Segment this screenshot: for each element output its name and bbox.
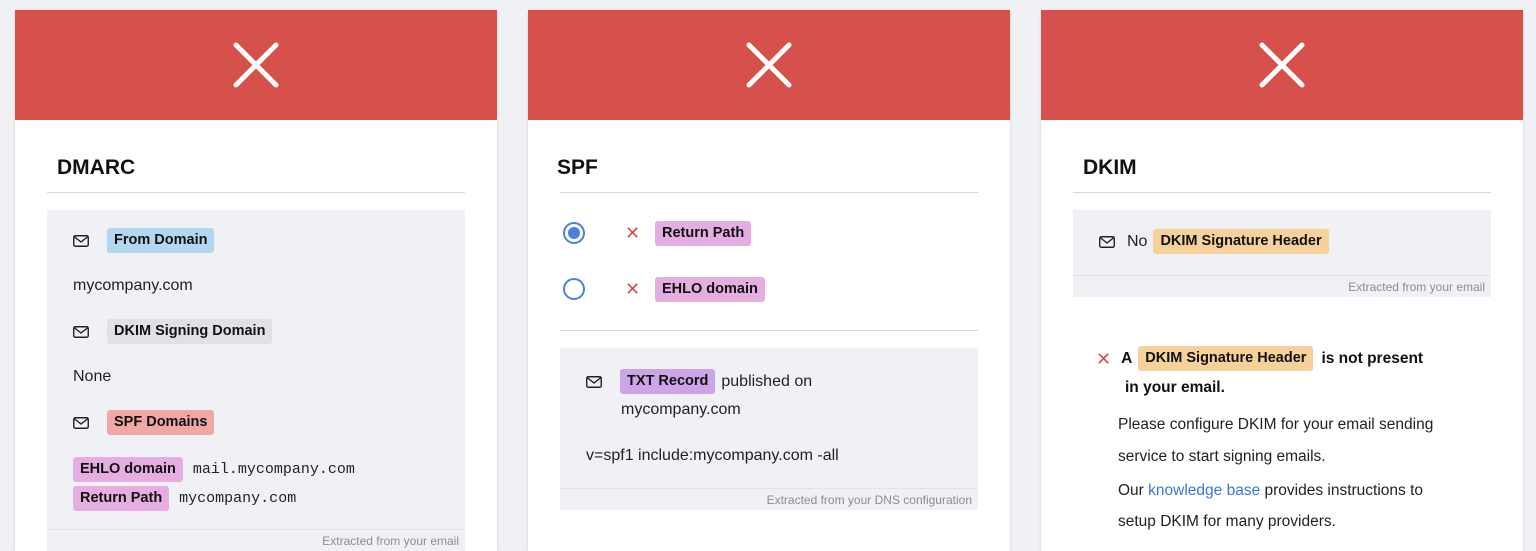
return-path-row: Return Path mycompany.com: [73, 486, 296, 511]
spf-record-panel: TXT Record published on mycompany.com v=…: [560, 348, 978, 510]
dkim-card: DKIM No DKIM Signature Header Extracted …: [1041, 10, 1523, 551]
ehlo-row: EHLO domain mail.mycompany.com: [73, 457, 355, 482]
envelope-icon: [73, 416, 89, 429]
dkim-title: DKIM: [1083, 156, 1137, 179]
txt-record-row: TXT Record published on: [586, 369, 812, 394]
radio-ehlo-domain[interactable]: [563, 278, 585, 300]
dkim-signing-value: None: [73, 368, 112, 385]
from-domain-row: From Domain: [73, 228, 215, 253]
divider: [560, 192, 978, 193]
dmarc-footer: Extracted from your email: [47, 529, 465, 551]
spf-domain-value: mycompany.com: [621, 401, 741, 418]
option-return-path-tag: Return Path: [655, 221, 752, 246]
ehlo-tag: EHLO domain: [73, 457, 183, 482]
dkim-error-tag: DKIM Signature Header: [1138, 346, 1314, 371]
close-icon: [1259, 42, 1305, 88]
fail-x-icon: ✕: [625, 223, 641, 243]
fail-x-icon: ✕: [625, 279, 641, 299]
ehlo-value: mail.mycompany.com: [192, 461, 355, 478]
envelope-icon: [73, 234, 89, 247]
spf-card: SPF ✕ Return Path ✕ EHLO domain TXT Reco…: [528, 10, 1010, 551]
txt-record-tag: TXT Record: [620, 369, 716, 394]
dkim-header-row: No DKIM Signature Header: [1099, 229, 1329, 254]
spf-title: SPF: [557, 156, 598, 179]
close-icon: [746, 42, 792, 88]
dkim-header-tag: DKIM Signature Header: [1153, 229, 1329, 254]
help-line3: Our knowledge base provides instructions…: [1118, 482, 1423, 500]
divider: [47, 192, 465, 193]
spf-footer: Extracted from your DNS configuration: [560, 488, 978, 510]
dkim-footer: Extracted from your email: [1073, 275, 1491, 297]
error-a: A: [1121, 349, 1133, 367]
error-line2: in your email.: [1125, 379, 1225, 396]
envelope-icon: [73, 325, 89, 338]
dkim-status-banner: [1041, 10, 1523, 120]
dmarc-status-banner: [15, 10, 497, 120]
spf-record-value: v=spf1 include:mycompany.com -all: [586, 447, 839, 464]
radio-return-path[interactable]: [563, 222, 585, 244]
from-domain-value: mycompany.com: [73, 277, 193, 294]
radio-selected-dot: [568, 227, 580, 239]
kb-suffix: provides instructions to: [1264, 482, 1424, 499]
dkim-signing-row: DKIM Signing Domain: [73, 319, 273, 344]
dkim-header-panel: No DKIM Signature Header Extracted from …: [1073, 210, 1491, 297]
dmarc-card: DMARC From Domain mycompany.com DKIM Sig…: [15, 10, 497, 551]
knowledge-base-link[interactable]: knowledge base: [1148, 482, 1260, 499]
error-suffix: is not present: [1321, 349, 1424, 367]
kb-prefix: Our: [1118, 482, 1144, 499]
published-on-text: published on: [721, 372, 813, 390]
spf-status-banner: [528, 10, 1010, 120]
no-prefix: No: [1127, 232, 1148, 250]
help-line1: Please configure DKIM for your email sen…: [1118, 416, 1434, 433]
dkim-error-line1: ✕ A DKIM Signature Header is not present: [1096, 346, 1423, 371]
dmarc-details-panel: From Domain mycompany.com DKIM Signing D…: [47, 210, 465, 551]
dmarc-title: DMARC: [57, 156, 136, 179]
help-line4: setup DKIM for many providers.: [1118, 513, 1336, 530]
return-path-value: mycompany.com: [179, 490, 297, 507]
divider: [560, 330, 978, 331]
envelope-icon: [586, 375, 602, 388]
option-ehlo-domain-tag: EHLO domain: [655, 277, 765, 302]
spf-domains-tag: SPF Domains: [107, 410, 215, 435]
from-domain-tag: From Domain: [107, 228, 215, 253]
envelope-icon: [1099, 235, 1115, 248]
return-path-tag: Return Path: [73, 486, 170, 511]
help-line2: service to start signing emails.: [1118, 448, 1326, 465]
divider: [1073, 192, 1491, 193]
fail-x-icon: ✕: [1096, 348, 1112, 369]
dkim-signing-tag: DKIM Signing Domain: [107, 319, 273, 344]
spf-domains-row: SPF Domains: [73, 410, 215, 435]
close-icon: [233, 42, 279, 88]
